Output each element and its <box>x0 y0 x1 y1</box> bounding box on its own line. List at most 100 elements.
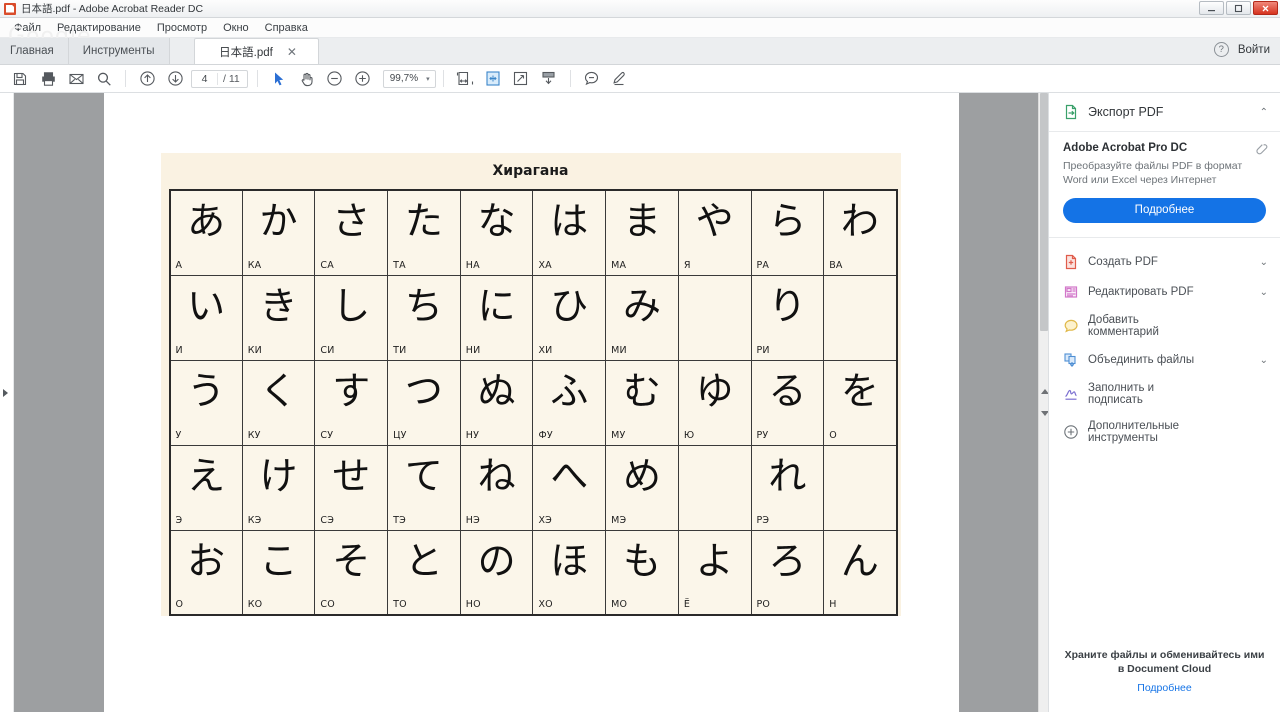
hiragana-romaji: СУ <box>320 429 334 441</box>
tab-home[interactable]: Главная <box>0 38 69 64</box>
close-icon[interactable]: ✕ <box>287 46 297 58</box>
sidebar-item-create-pdf[interactable]: Создать PDF ⌄ <box>1049 247 1280 277</box>
chevron-up-icon[interactable]: ⌃ <box>1260 107 1268 118</box>
hiragana-cell: ろ РО <box>750 529 825 616</box>
fit-page-icon[interactable] <box>479 66 507 92</box>
hiragana-glyph: あ <box>187 199 226 243</box>
hiragana-cell: へ ХЭ <box>532 444 607 531</box>
hiragana-cell: か КА <box>241 189 316 276</box>
sidebar-item-add-comment[interactable]: Добавить комментарий <box>1049 307 1280 345</box>
hiragana-glyph: ね <box>477 453 516 498</box>
hiragana-cell: し СИ <box>314 274 389 361</box>
hiragana-cell: り РИ <box>750 274 825 361</box>
promo-description: Преобразуйте файлы PDF в формат Word или… <box>1063 160 1243 187</box>
acrobat-reader-window: 日本語.pdf - Adobe Acrobat Reader DC Google… <box>0 0 1280 720</box>
sidebar-item-combine-files[interactable]: Объединить файлы ⌄ <box>1049 345 1280 375</box>
scroll-mode-icon[interactable] <box>535 66 563 92</box>
hiragana-glyph: ち <box>404 283 443 328</box>
hiragana-romaji: КУ <box>247 429 261 441</box>
hiragana-glyph: ゆ <box>695 368 734 413</box>
hiragana-cell: な НА <box>459 189 534 276</box>
chevron-down-icon[interactable]: ⌄ <box>1260 257 1268 268</box>
search-icon[interactable] <box>90 66 118 92</box>
footer-learn-more-link[interactable]: Подробнее <box>1063 682 1266 694</box>
export-pdf-label: Экспорт PDF <box>1088 105 1164 119</box>
highlighter-icon[interactable] <box>606 66 634 92</box>
close-button[interactable] <box>1253 1 1278 15</box>
scroll-down-icon[interactable] <box>1041 411 1048 416</box>
hiragana-cell: せ СЭ <box>314 444 389 531</box>
hiragana-cell: そ СО <box>314 529 389 616</box>
menu-edit[interactable]: Редактирование <box>49 20 149 36</box>
arrow-up-icon[interactable] <box>133 66 161 92</box>
page-number-input[interactable]: 4 <box>192 72 218 85</box>
pin-icon[interactable] <box>1255 143 1268 159</box>
hiragana-cell-empty <box>823 274 897 361</box>
chevron-down-icon[interactable]: ⌄ <box>1260 355 1268 366</box>
title-bar: 日本語.pdf - Adobe Acrobat Reader DC <box>0 0 1280 18</box>
toolbar-divider <box>125 70 126 87</box>
hiragana-glyph: ぬ <box>477 368 516 413</box>
minimize-button[interactable] <box>1199 1 1224 15</box>
zoom-in-icon[interactable] <box>349 66 377 92</box>
zoom-out-icon[interactable] <box>321 66 349 92</box>
hiragana-glyph: こ <box>259 538 298 583</box>
scroll-up-icon[interactable] <box>1041 389 1048 394</box>
cursor-icon[interactable] <box>265 66 293 92</box>
chevron-down-icon[interactable]: ⌄ <box>1260 287 1268 298</box>
tools-list: Создать PDF ⌄ Редактировать PDF ⌄ Добави… <box>1049 238 1280 451</box>
hiragana-cell: えЭ <box>169 444 243 531</box>
menu-bar: Google Файл Редактирование Просмотр Окно… <box>0 18 1280 49</box>
hiragana-glyph: る <box>768 368 807 413</box>
hiragana-glyph: な <box>477 199 516 243</box>
comment-icon[interactable] <box>578 66 606 92</box>
sidebar-item-more-tools[interactable]: Дополнительные инструменты <box>1049 413 1280 451</box>
menu-window[interactable]: Окно <box>215 20 257 36</box>
menu-view[interactable]: Просмотр <box>149 20 215 36</box>
pdf-viewer[interactable]: Хирагана あ А か КА さ СА た ТА な НА は ХА ま МА や Я ら РА わ ВА い И き… <box>14 93 1048 712</box>
acrobat-icon <box>4 2 16 15</box>
hiragana-glyph: う <box>187 368 226 413</box>
menu-help[interactable]: Справка <box>257 20 316 36</box>
fullscreen-icon[interactable] <box>507 66 535 92</box>
email-icon[interactable] <box>62 66 90 92</box>
hiragana-glyph <box>824 446 895 457</box>
chart-title: Хирагана <box>492 163 569 179</box>
print-icon[interactable] <box>34 66 62 92</box>
hand-icon[interactable] <box>293 66 321 92</box>
hiragana-cell: く КУ <box>241 359 316 446</box>
maximize-button[interactable] <box>1226 1 1251 15</box>
hiragana-glyph: せ <box>332 453 371 498</box>
expand-panel-icon[interactable] <box>3 389 8 397</box>
navigation-tabs: Главная Инструменты <box>0 38 170 64</box>
left-navigation-rail[interactable] <box>0 93 14 712</box>
zoom-level-dropdown[interactable]: 99,7% ▾ <box>382 69 436 88</box>
hiragana-cell: おО <box>169 529 243 616</box>
chevron-down-icon[interactable]: ▾ <box>426 75 433 83</box>
menu-file[interactable]: Файл <box>6 20 49 36</box>
hiragana-cell: ゆЮ <box>677 359 752 446</box>
vertical-scrollbar[interactable] <box>1038 93 1048 712</box>
hiragana-row: お О こ КО そ СО と ТО の НО ほ ХО も МО よ Ё ろ РО ん Н <box>169 529 897 616</box>
hiragana-glyph: は <box>550 199 589 243</box>
hiragana-romaji: ХА <box>538 259 552 271</box>
sidebar-item-edit-pdf[interactable]: Редактировать PDF ⌄ <box>1049 277 1280 307</box>
fit-width-icon[interactable] <box>451 66 479 92</box>
hiragana-romaji: Ё <box>683 599 691 610</box>
scrollbar-thumb[interactable] <box>1040 93 1048 331</box>
export-pdf-section-header[interactable]: Экспорт PDF ⌃ <box>1049 93 1280 132</box>
tools-panel: Экспорт PDF ⌃ Adobe Acrobat Pro DC Преоб… <box>1048 93 1280 712</box>
hiragana-glyph: み <box>622 283 661 328</box>
save-icon[interactable] <box>6 66 34 92</box>
tab-tools[interactable]: Инструменты <box>68 38 170 64</box>
hiragana-cell: さ СА <box>314 189 389 276</box>
page-navigation[interactable]: 4 / 11 <box>191 69 248 88</box>
signin-button[interactable]: Войти <box>1238 44 1270 56</box>
sidebar-item-fill-sign[interactable]: Заполнить и подписать <box>1049 375 1280 413</box>
tab-document[interactable]: 日本語.pdf ✕ <box>193 38 319 64</box>
pdf-page: Хирагана あ А か КА さ СА た ТА な НА は ХА ま МА や Я ら РА わ ВА い И き… <box>103 93 959 712</box>
learn-more-button[interactable]: Подробнее <box>1063 198 1266 224</box>
help-icon[interactable]: ? <box>1213 42 1229 57</box>
arrow-down-icon[interactable] <box>161 66 189 92</box>
tab-document-label: 日本語.pdf <box>219 46 273 59</box>
